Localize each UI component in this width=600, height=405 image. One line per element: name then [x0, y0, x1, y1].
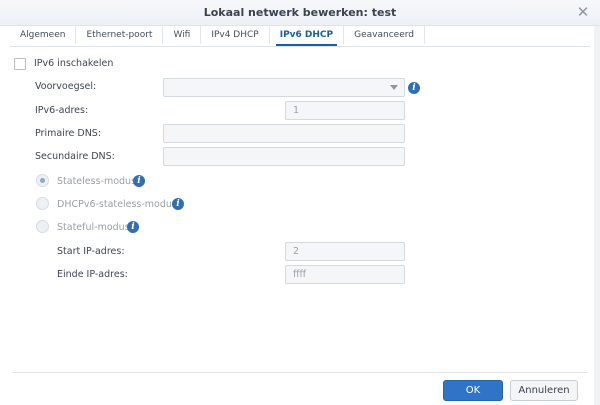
tab-ipv4-dhcp[interactable]: IPv4 DHCP	[201, 26, 270, 44]
primary-dns-field[interactable]	[163, 124, 405, 143]
info-icon[interactable]: i	[408, 82, 420, 94]
dhcpv6-stateless-mode-label: DHCPv6-stateless-modus	[57, 199, 177, 210]
scrollbar[interactable]	[594, 26, 600, 405]
tab-bar: Algemeen Ethernet-poort Wifi IPv4 DHCP I…	[10, 26, 590, 47]
tab-geavanceerd[interactable]: Geavanceerd	[344, 26, 425, 44]
primary-dns-label: Primaire DNS:	[35, 128, 102, 139]
start-ip-field[interactable]: 2	[285, 242, 405, 261]
ok-button[interactable]: OK	[443, 380, 503, 401]
end-ip-field[interactable]: ffff	[285, 265, 405, 284]
close-icon[interactable]: ✕	[576, 5, 590, 20]
stateful-mode-label: Stateful-modus	[57, 222, 130, 233]
enable-ipv6-checkbox[interactable]	[14, 58, 26, 70]
start-ip-label: Start IP-adres:	[57, 246, 125, 257]
info-icon[interactable]: i	[133, 175, 145, 187]
chevron-down-icon	[390, 85, 398, 90]
prefix-label: Voorvoegsel:	[35, 81, 97, 92]
prefix-select[interactable]	[163, 78, 405, 97]
secondary-dns-label: Secundaire DNS:	[35, 151, 115, 162]
stateless-mode-label: Stateless-modus	[57, 176, 137, 187]
tab-algemeen[interactable]: Algemeen	[10, 26, 77, 44]
stateful-mode-radio[interactable]	[36, 220, 49, 233]
info-icon[interactable]: i	[172, 198, 184, 210]
end-ip-label: Einde IP-adres:	[57, 269, 128, 280]
dialog-titlebar: Lokaal netwerk bewerken: test ✕	[0, 0, 600, 26]
footer-divider	[12, 372, 588, 373]
tab-ethernet-poort[interactable]: Ethernet-poort	[76, 26, 164, 44]
dhcpv6-stateless-mode-radio[interactable]	[36, 197, 49, 210]
tab-ipv6-dhcp[interactable]: IPv6 DHCP	[270, 26, 345, 46]
stateless-mode-radio[interactable]	[36, 174, 49, 187]
ipv6-address-field[interactable]: 1	[285, 101, 405, 120]
tab-wifi[interactable]: Wifi	[163, 26, 202, 44]
cancel-button[interactable]: Annuleren	[510, 380, 578, 401]
ipv6-address-label: IPv6-adres:	[35, 105, 89, 116]
enable-ipv6-label: IPv6 inschakelen	[34, 58, 114, 69]
secondary-dns-field[interactable]	[163, 147, 405, 166]
dialog-title: Lokaal netwerk bewerken: test	[203, 6, 397, 19]
info-icon[interactable]: i	[127, 221, 139, 233]
